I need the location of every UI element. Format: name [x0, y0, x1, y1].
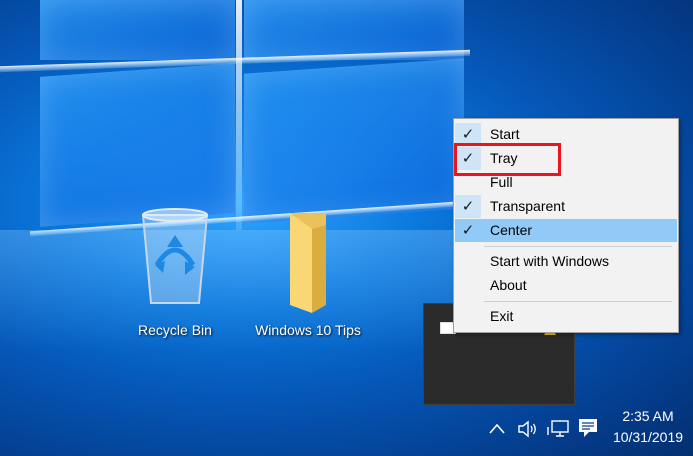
check-icon: ✓ — [455, 219, 481, 242]
menu-item-label: Transparent — [490, 198, 565, 214]
menu-item-label: Center — [490, 222, 533, 238]
menu-item-label: About — [490, 277, 527, 293]
menu-item-about[interactable]: About — [455, 274, 677, 297]
menu-item-label: Start with Windows — [490, 253, 610, 269]
tray-item-highlight-box — [454, 143, 561, 176]
volume-icon[interactable] — [517, 420, 539, 438]
chevron-up-icon[interactable] — [488, 422, 506, 436]
clock-time: 2:35 AM — [622, 408, 674, 424]
menu-item-start-with-windows[interactable]: Start with Windows — [455, 250, 677, 273]
desktop-icon-label: Recycle Bin — [138, 322, 212, 338]
clock-date: 10/31/2019 — [612, 429, 684, 445]
menu-item-exit[interactable]: Exit — [455, 305, 677, 328]
folder-icon — [290, 213, 326, 313]
check-icon: ✓ — [455, 195, 481, 218]
recycle-bin-desktop-icon[interactable]: Recycle Bin — [115, 205, 235, 338]
menu-item-label: Exit — [490, 308, 514, 324]
menu-separator — [484, 246, 672, 247]
taskbar-clock[interactable]: 2:35 AM 10/31/2019 — [606, 406, 690, 448]
desktop-icon-label: Windows 10 Tips — [255, 322, 361, 338]
menu-item-center[interactable]: ✓ Center — [455, 219, 677, 242]
recycle-bin-icon — [141, 208, 209, 304]
menu-item-transparent[interactable]: ✓ Transparent — [455, 195, 677, 218]
notification-icon[interactable] — [577, 417, 599, 439]
network-icon[interactable] — [546, 419, 570, 439]
windows-10-tips-desktop-icon[interactable]: Windows 10 Tips — [248, 205, 368, 338]
menu-separator — [484, 301, 672, 302]
